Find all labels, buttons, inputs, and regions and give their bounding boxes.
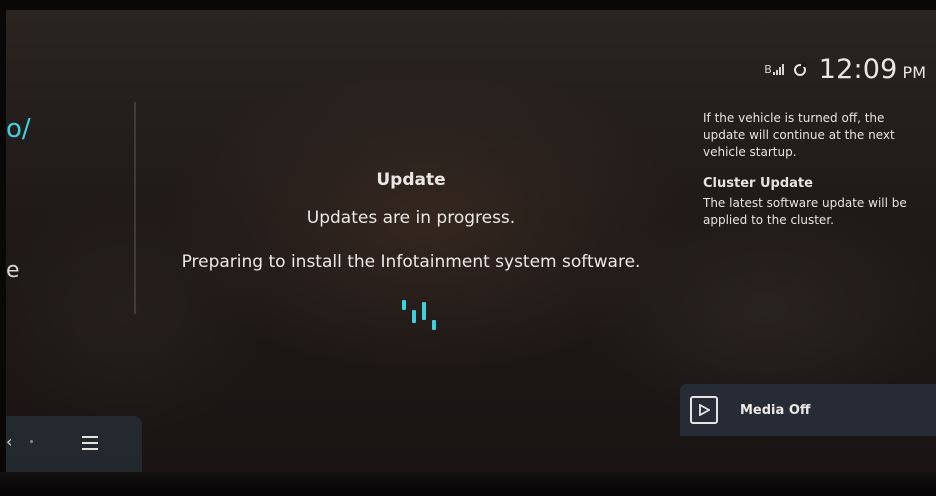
update-status: Updates are in progress.: [306, 208, 516, 228]
left-dock: ‹: [6, 416, 142, 472]
update-notice: If the vehicle is turned off, the update…: [703, 111, 895, 159]
media-label: Media Off: [740, 402, 811, 418]
info-panel: If the vehicle is turned off, the update…: [703, 110, 923, 229]
panel-divider: [134, 102, 136, 314]
bluetooth-icon: B: [764, 63, 772, 76]
infotainment-screen: B 12:09 PM o/ e ‹ Update Updates are in …: [6, 10, 936, 472]
update-content: Update Updates are in progress. Preparin…: [161, 170, 661, 272]
menu-icon[interactable]: [82, 436, 98, 450]
clock-ampm: PM: [902, 63, 926, 82]
cluster-update-text: The latest software update will be appli…: [703, 196, 907, 227]
media-bar[interactable]: Media Off: [680, 384, 936, 436]
update-title: Update: [376, 170, 446, 190]
dock-separator: [30, 440, 33, 443]
status-bar: B 12:09 PM: [764, 54, 926, 85]
bezel-bottom: [0, 472, 936, 496]
signal-icon: [772, 64, 785, 75]
play-icon[interactable]: [690, 396, 718, 424]
clock-time: 12:09: [818, 54, 898, 85]
left-panel: o/ e ‹: [6, 10, 146, 472]
display-frame: B 12:09 PM o/ e ‹ Update Updates are in …: [0, 0, 936, 496]
partial-label-bottom[interactable]: e: [6, 258, 20, 283]
update-detail: Preparing to install the Infotainment sy…: [181, 252, 641, 272]
loading-spinner-icon: [402, 300, 436, 330]
partial-label-top[interactable]: o/: [6, 114, 31, 144]
cluster-update-heading: Cluster Update: [703, 176, 813, 191]
status-icons: B: [764, 62, 807, 77]
back-button[interactable]: ‹: [6, 432, 18, 452]
sync-icon: [793, 62, 807, 77]
